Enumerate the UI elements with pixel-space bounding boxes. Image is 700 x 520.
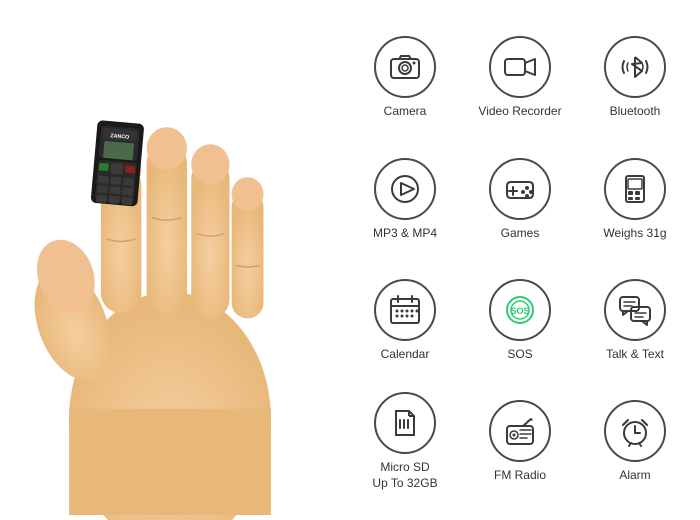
talk-text-icon-circle [604, 279, 666, 341]
feature-games: Games [465, 141, 575, 257]
hand-illustration: ZANCO [0, 0, 340, 520]
gamepad-icon [503, 172, 537, 206]
feature-weight: Weighs 31g [580, 141, 690, 257]
svg-text:SOS: SOS [510, 306, 529, 316]
microsd-label: Micro SD Up To 32GB [372, 460, 437, 491]
play-icon [388, 172, 422, 206]
radio-icon [503, 414, 537, 448]
bluetooth-label: Bluetooth [610, 104, 661, 120]
mp3-icon-circle [374, 158, 436, 220]
feature-sos: SOS SOS [465, 263, 575, 379]
alarm-icon [618, 414, 652, 448]
calendar-icon [388, 293, 422, 327]
weight-icon-circle [604, 158, 666, 220]
feature-bluetooth: Bluetooth [580, 20, 690, 136]
camera-label: Camera [384, 104, 427, 120]
left-panel: ZANCO [0, 0, 340, 520]
sos-label: SOS [507, 347, 532, 363]
feature-talk-text: Talk & Text [580, 263, 690, 379]
calendar-icon-circle [374, 279, 436, 341]
chat-icon [618, 293, 652, 327]
calendar-label: Calendar [381, 347, 430, 363]
features-grid: Camera Video Recorder Bluetooth [340, 0, 700, 520]
camera-icon [388, 50, 422, 84]
microsd-icon-circle [374, 392, 436, 454]
mp3-label: MP3 & MP4 [373, 226, 437, 242]
video-label: Video Recorder [478, 104, 561, 120]
video-icon-circle [489, 36, 551, 98]
radio-label: FM Radio [494, 468, 546, 484]
sd-icon [388, 406, 422, 440]
sos-icon: SOS [503, 293, 537, 327]
games-label: Games [501, 226, 540, 242]
phone-small-icon [618, 172, 652, 206]
alarm-icon-circle [604, 400, 666, 462]
weight-label: Weighs 31g [603, 226, 666, 242]
games-icon-circle [489, 158, 551, 220]
sos-icon-circle: SOS [489, 279, 551, 341]
bluetooth-icon-circle [604, 36, 666, 98]
bluetooth-icon [618, 50, 652, 84]
feature-camera: Camera [350, 20, 460, 136]
alarm-label: Alarm [619, 468, 650, 484]
feature-mp3: MP3 & MP4 [350, 141, 460, 257]
feature-radio: FM Radio [465, 384, 575, 500]
talk-text-label: Talk & Text [606, 347, 664, 363]
camera-icon-circle [374, 36, 436, 98]
radio-icon-circle [489, 400, 551, 462]
feature-calendar: Calendar [350, 263, 460, 379]
video-icon [503, 50, 537, 84]
feature-video: Video Recorder [465, 20, 575, 136]
feature-microsd: Micro SD Up To 32GB [350, 384, 460, 500]
feature-alarm: Alarm [580, 384, 690, 500]
